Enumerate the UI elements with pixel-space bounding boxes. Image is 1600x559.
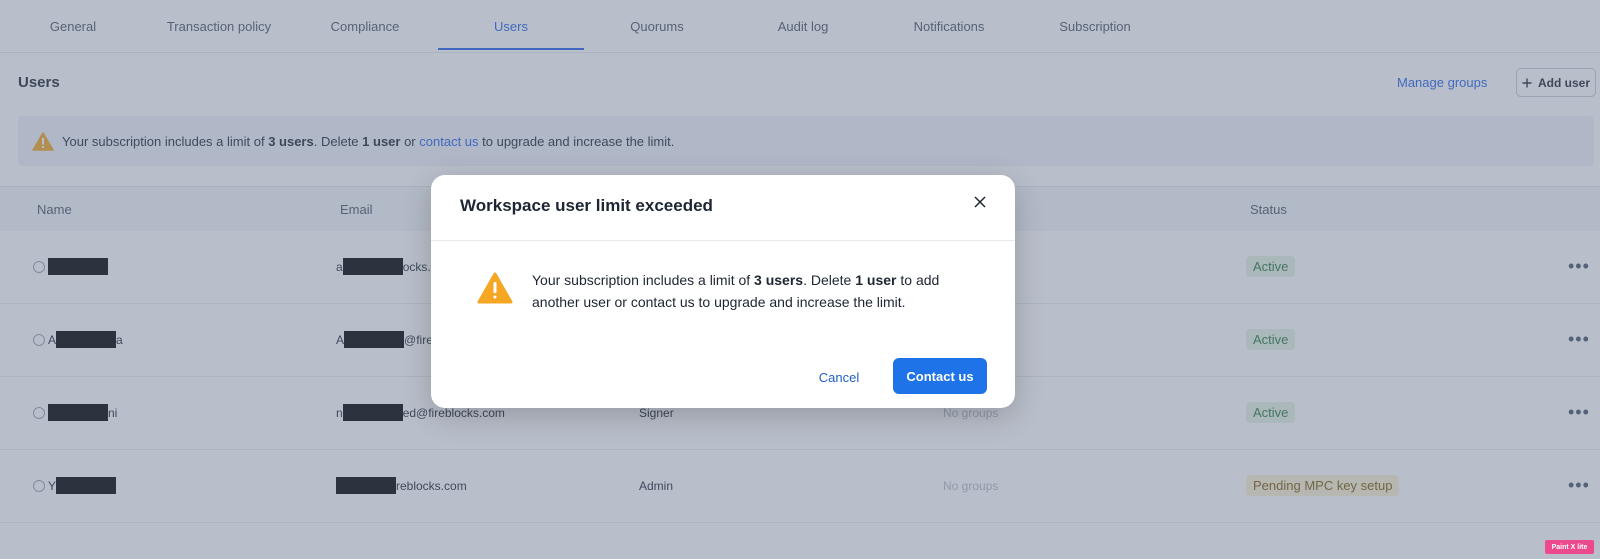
- dialog-divider: [431, 240, 1015, 241]
- dialog-title: Workspace user limit exceeded: [460, 196, 713, 215]
- user-limit-dialog: Workspace user limit exceeded Your subsc…: [431, 175, 1015, 408]
- dialog-message: Your subscription includes a limit of 3 …: [532, 269, 982, 313]
- contact-us-button[interactable]: Contact us: [893, 358, 987, 394]
- dialog-message-2: . Delete: [803, 272, 856, 288]
- dialog-message-1: Your subscription includes a limit of: [532, 272, 755, 288]
- cancel-button[interactable]: Cancel: [804, 360, 874, 394]
- dialog-delete-count: 1 user: [855, 272, 897, 288]
- warning-icon: [477, 272, 513, 304]
- extension-badge[interactable]: Paint X lite: [1545, 540, 1594, 554]
- dialog-user-limit: 3 users: [754, 272, 804, 288]
- close-icon[interactable]: [969, 191, 991, 213]
